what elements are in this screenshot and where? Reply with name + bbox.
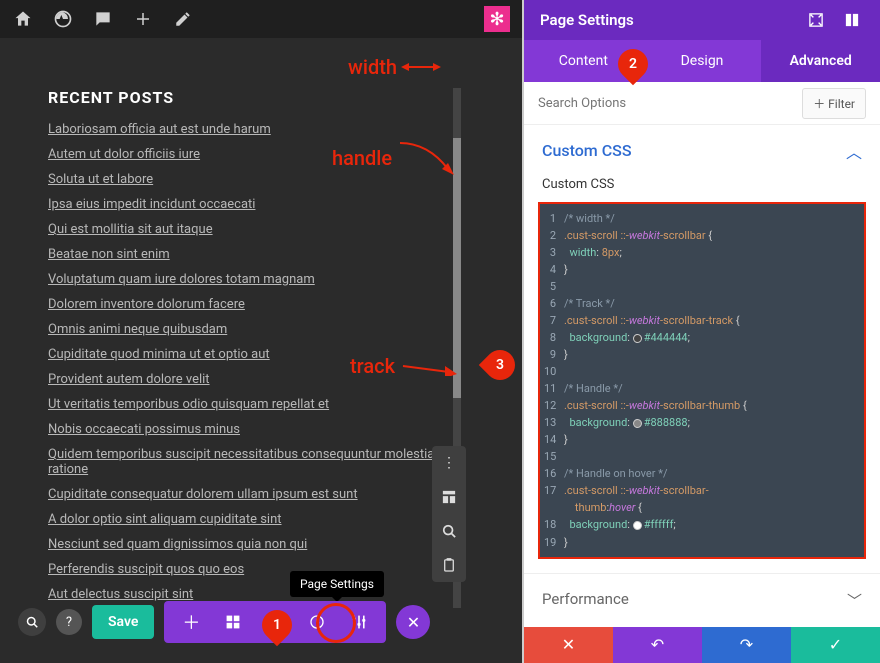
clipboard-icon[interactable] [432, 548, 466, 582]
zoom-icon[interactable] [18, 608, 46, 636]
post-link[interactable]: Omnis animi neque quibusdam [48, 317, 482, 342]
history-icon[interactable] [296, 601, 338, 643]
close-button[interactable]: ✕ [396, 605, 430, 639]
code-editor[interactable]: 1/* width */2.cust-scroll ::-webkit-scro… [538, 202, 866, 559]
annotation-bubble-1: 1 [262, 610, 292, 640]
tooltip-page-settings: Page Settings [290, 571, 384, 597]
save-button[interactable]: Save [92, 605, 154, 639]
annotation-bubble-2: 2 [618, 49, 648, 79]
tab-advanced[interactable]: Advanced [761, 40, 880, 82]
post-link[interactable]: Perferendis suscipit quos quo eos [48, 557, 482, 582]
layers-icon[interactable] [212, 601, 254, 643]
discard-button[interactable]: ✕ [524, 627, 613, 663]
section-custom-css: Custom CSS ︿ Custom CSS 1/* width */2.cu… [524, 125, 880, 573]
preview-pane: ✻ RECENT POSTS Laboriosam officia aut es… [0, 0, 522, 663]
help-button[interactable]: ? [56, 609, 82, 635]
filter-button[interactable]: ＋ Filter [802, 88, 866, 119]
comments-icon[interactable] [92, 8, 114, 30]
floating-toolbar: ⋮ [432, 446, 466, 582]
expand-icon[interactable] [804, 8, 828, 32]
wireframe-icon[interactable] [432, 480, 466, 514]
panel-title: Page Settings [540, 11, 634, 29]
post-link[interactable]: Dolorem inventore dolorum facere [48, 292, 482, 317]
plus-icon[interactable] [132, 8, 154, 30]
section-performance[interactable]: Performance ﹀ [524, 573, 880, 627]
annotation-track: track [350, 354, 457, 378]
add-icon[interactable]: ＋ [170, 601, 212, 643]
home-icon[interactable] [12, 8, 34, 30]
annotation-handle: handle [332, 141, 454, 175]
panel-header: Page Settings [524, 0, 880, 40]
recent-posts-heading: RECENT POSTS [48, 88, 482, 107]
post-link[interactable]: Beatae non sint enim [48, 242, 482, 267]
post-link[interactable]: A dolor optio sint aliquam cupiditate si… [48, 507, 482, 532]
more-icon[interactable]: ⋮ [432, 446, 466, 480]
chevron-down-icon: ﹀ [847, 590, 862, 611]
pencil-icon[interactable] [172, 8, 194, 30]
post-link[interactable]: Cupiditate consequatur dolorem ullam ips… [48, 482, 482, 507]
wp-adminbar: ✻ [0, 0, 522, 38]
chevron-up-icon: ︿ [846, 139, 862, 163]
post-link[interactable]: Laboriosam officia aut est unde harum [48, 117, 482, 142]
star-button[interactable]: ✻ [484, 6, 510, 32]
search-input[interactable] [538, 96, 802, 111]
dashboard-icon[interactable] [52, 8, 74, 30]
builder-bottom-bar: ? Save ＋ ✕ [18, 601, 482, 643]
post-link[interactable]: Nobis occaecati possimus minus [48, 417, 482, 442]
panel-footer: ✕ ↶ ↷ ✓ [524, 627, 880, 663]
redo-button[interactable]: ↷ [702, 627, 791, 663]
magnify-icon[interactable] [432, 514, 466, 548]
post-link[interactable]: Qui est mollitia sit aut itaque [48, 217, 482, 242]
annotation-bubble-3: 3 [485, 350, 515, 380]
post-link[interactable]: Nesciunt sed quam dignissimos quia non q… [48, 532, 482, 557]
post-link[interactable]: Voluptatum quam iure dolores totam magna… [48, 267, 482, 292]
undo-button[interactable]: ↶ [613, 627, 702, 663]
panel-tabs: Content Design Advanced 2 [524, 40, 880, 82]
sliders-icon[interactable] [338, 601, 380, 643]
post-link[interactable]: Ipsa eius impedit incidunt occaecati [48, 192, 482, 217]
annotation-width: width [348, 55, 441, 79]
columns-icon[interactable] [840, 8, 864, 32]
field-label: Custom CSS [524, 177, 880, 198]
post-link[interactable]: Ut veritatis temporibus odio quisquam re… [48, 392, 482, 417]
search-row: ＋ Filter [524, 82, 880, 124]
settings-panel: Page Settings Content Design Advanced 2 … [522, 0, 880, 663]
section-toggle[interactable]: Custom CSS ︿ [524, 125, 880, 177]
apply-button[interactable]: ✓ [791, 627, 880, 663]
post-link[interactable]: Quidem temporibus suscipit necessitatibu… [48, 442, 482, 482]
tab-design[interactable]: Design [643, 40, 762, 82]
